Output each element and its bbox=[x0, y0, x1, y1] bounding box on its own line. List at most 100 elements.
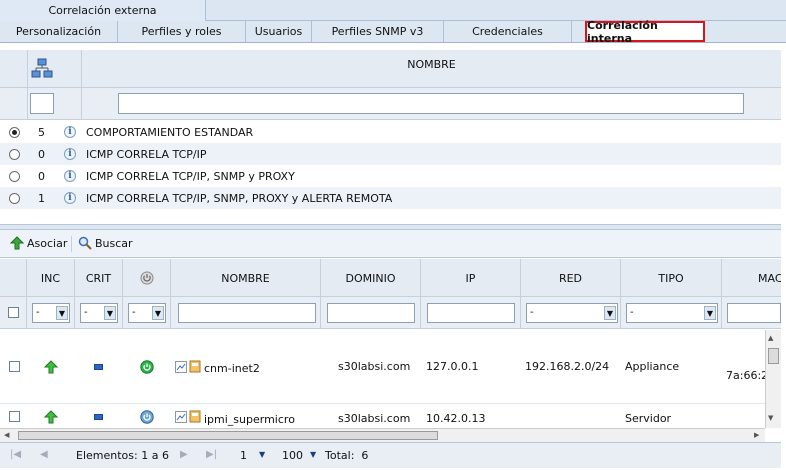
elements-count: Elementos: 1 a 6 bbox=[76, 449, 169, 462]
radio-selected[interactable] bbox=[9, 126, 20, 138]
column-header-red[interactable]: RED bbox=[521, 259, 621, 297]
crit-filter-select[interactable]: - ▼ bbox=[80, 303, 118, 323]
column-header-nombre[interactable]: NOMBRE bbox=[171, 259, 321, 297]
chevron-down-icon: ▼ bbox=[604, 306, 616, 320]
device-icon[interactable] bbox=[189, 360, 201, 373]
info-icon[interactable]: i bbox=[64, 126, 76, 138]
tab-usuarios[interactable]: Usuarios bbox=[246, 21, 312, 42]
column-header-crit[interactable]: CRIT bbox=[75, 259, 123, 297]
column-header-nombre[interactable]: NOMBRE bbox=[82, 50, 781, 78]
tipo-filter-select[interactable]: - ▼ bbox=[626, 303, 718, 323]
header-label: NOMBRE bbox=[221, 271, 270, 285]
cell-dominio: s30labsi.com bbox=[338, 360, 411, 373]
chevron-down-icon: ▼ bbox=[56, 306, 68, 320]
search-button[interactable]: Buscar bbox=[78, 236, 133, 250]
page-number[interactable]: 1 bbox=[240, 449, 247, 462]
list-item[interactable]: 5 i COMPORTAMIENTO ESTANDAR bbox=[0, 121, 781, 143]
associate-button[interactable]: Asociar bbox=[10, 236, 67, 250]
column-header-dominio[interactable]: DOMINIO bbox=[321, 259, 421, 297]
tab-credenciales[interactable]: Credenciales bbox=[444, 21, 572, 42]
power-on-icon bbox=[140, 360, 154, 374]
search-icon bbox=[78, 236, 92, 250]
radio-button[interactable] bbox=[9, 170, 20, 182]
scroll-thumb[interactable] bbox=[18, 431, 438, 440]
prev-page-icon[interactable]: ◀ bbox=[40, 449, 48, 460]
tab-perfiles-snmp[interactable]: Perfiles SNMP v3 bbox=[312, 21, 444, 42]
column-header-tipo[interactable]: TIPO bbox=[621, 259, 722, 297]
nombre-filter-input[interactable] bbox=[178, 303, 316, 323]
chevron-down-icon: ▼ bbox=[152, 306, 164, 320]
mac-filter-input[interactable] bbox=[727, 303, 781, 323]
ip-filter-input[interactable] bbox=[427, 303, 515, 323]
network-icon bbox=[31, 58, 53, 80]
toolbar: Asociar Buscar bbox=[0, 230, 781, 258]
arrow-up-icon bbox=[44, 360, 58, 374]
chevron-down-icon[interactable]: ▼ bbox=[310, 450, 316, 459]
column-header-mac[interactable]: MAC bbox=[722, 259, 781, 297]
tab-label: Correlación externa bbox=[48, 4, 157, 17]
row-count: 5 bbox=[38, 125, 45, 139]
device-icon[interactable] bbox=[189, 410, 201, 423]
tab-correlacion-interna[interactable]: Correlación interna bbox=[585, 18, 705, 45]
radio-button[interactable] bbox=[9, 192, 20, 204]
chevron-down-icon: ▼ bbox=[104, 306, 116, 320]
chart-icon[interactable] bbox=[175, 361, 187, 373]
scroll-down-icon[interactable]: ▼ bbox=[768, 414, 773, 422]
tab-perfiles-roles[interactable]: Perfiles y roles bbox=[118, 21, 246, 42]
column-header-ip[interactable]: IP bbox=[421, 259, 521, 297]
row-checkbox[interactable] bbox=[9, 361, 20, 372]
cell-ip: 10.42.0.13 bbox=[426, 412, 486, 425]
tab-label: Perfiles y roles bbox=[141, 25, 222, 38]
last-page-icon[interactable]: ▶| bbox=[206, 449, 217, 460]
list-item[interactable]: 0 i ICMP CORRELA TCP/IP bbox=[0, 143, 781, 165]
row-name: ICMP CORRELA TCP/IP, SNMP y PROXY bbox=[86, 169, 295, 183]
dominio-filter-input[interactable] bbox=[327, 303, 415, 323]
tab-label: Correlación interna bbox=[587, 18, 658, 45]
column-header-inc[interactable]: INC bbox=[27, 259, 75, 297]
scroll-right-icon[interactable]: ▶ bbox=[754, 431, 759, 439]
column-header-status[interactable] bbox=[123, 259, 171, 297]
header-label: DOMINIO bbox=[345, 271, 396, 285]
page-size-select[interactable]: 100 bbox=[282, 449, 303, 462]
tab-correlacion-externa[interactable]: Correlación externa bbox=[0, 0, 206, 21]
cell-dominio: s30labsi.com bbox=[338, 412, 411, 425]
inc-filter-select[interactable]: - ▼ bbox=[32, 303, 70, 323]
red-filter-select[interactable]: - ▼ bbox=[526, 303, 618, 323]
select-all-checkbox[interactable] bbox=[8, 307, 19, 318]
name-filter-input[interactable] bbox=[118, 93, 744, 114]
chevron-down-icon[interactable]: ▼ bbox=[259, 450, 265, 459]
lower-filter-row: - ▼ - ▼ - ▼ - ▼ - ▼ bbox=[0, 297, 781, 329]
lower-grid-header: INC CRIT NOMBRE DOMINIO IP RED TIPO MAC bbox=[0, 259, 781, 297]
info-icon[interactable]: i bbox=[64, 170, 76, 182]
first-page-icon[interactable]: |◀ bbox=[10, 449, 21, 460]
arrow-up-icon bbox=[10, 236, 24, 250]
list-item[interactable]: 0 i ICMP CORRELA TCP/IP, SNMP y PROXY bbox=[0, 165, 781, 187]
upper-grid-header: NOMBRE bbox=[0, 50, 781, 88]
info-icon[interactable]: i bbox=[64, 148, 76, 160]
radio-button[interactable] bbox=[9, 148, 20, 160]
row-name: ICMP CORRELA TCP/IP bbox=[86, 147, 207, 161]
list-item[interactable]: 1 i ICMP CORRELA TCP/IP, SNMP, PROXY y A… bbox=[0, 187, 781, 209]
info-icon[interactable]: i bbox=[64, 192, 76, 204]
count-filter-input[interactable] bbox=[30, 93, 54, 114]
horizontal-scrollbar[interactable]: ◀ ▶ bbox=[0, 428, 765, 442]
chart-icon[interactable] bbox=[175, 411, 187, 423]
header-label: NOMBRE bbox=[407, 57, 456, 71]
scroll-up-icon[interactable]: ▲ bbox=[768, 334, 773, 342]
next-page-icon[interactable]: ▶ bbox=[180, 449, 188, 460]
total-count: Total: 6 bbox=[325, 449, 369, 462]
row-checkbox[interactable] bbox=[9, 411, 20, 422]
cell-nombre: ipmi_supermicro bbox=[204, 413, 295, 426]
scroll-thumb[interactable] bbox=[768, 348, 779, 364]
vertical-scrollbar[interactable]: ▲ ▼ bbox=[765, 330, 781, 428]
table-row[interactable]: ipmi_supermicro s30labsi.com 10.42.0.13 … bbox=[0, 403, 765, 428]
upper-filter-row bbox=[0, 88, 781, 120]
tab-personalizacion[interactable]: Personalización bbox=[0, 21, 118, 42]
row-count: 0 bbox=[38, 169, 45, 183]
table-row[interactable]: cnm-inet2 s30labsi.com 127.0.0.1 192.168… bbox=[0, 330, 765, 402]
status-filter-select[interactable]: - ▼ bbox=[128, 303, 166, 323]
header-label: MAC bbox=[758, 271, 781, 285]
severity-icon bbox=[94, 364, 103, 370]
scroll-left-icon[interactable]: ◀ bbox=[4, 431, 9, 439]
cell-tipo: Servidor bbox=[625, 412, 672, 425]
